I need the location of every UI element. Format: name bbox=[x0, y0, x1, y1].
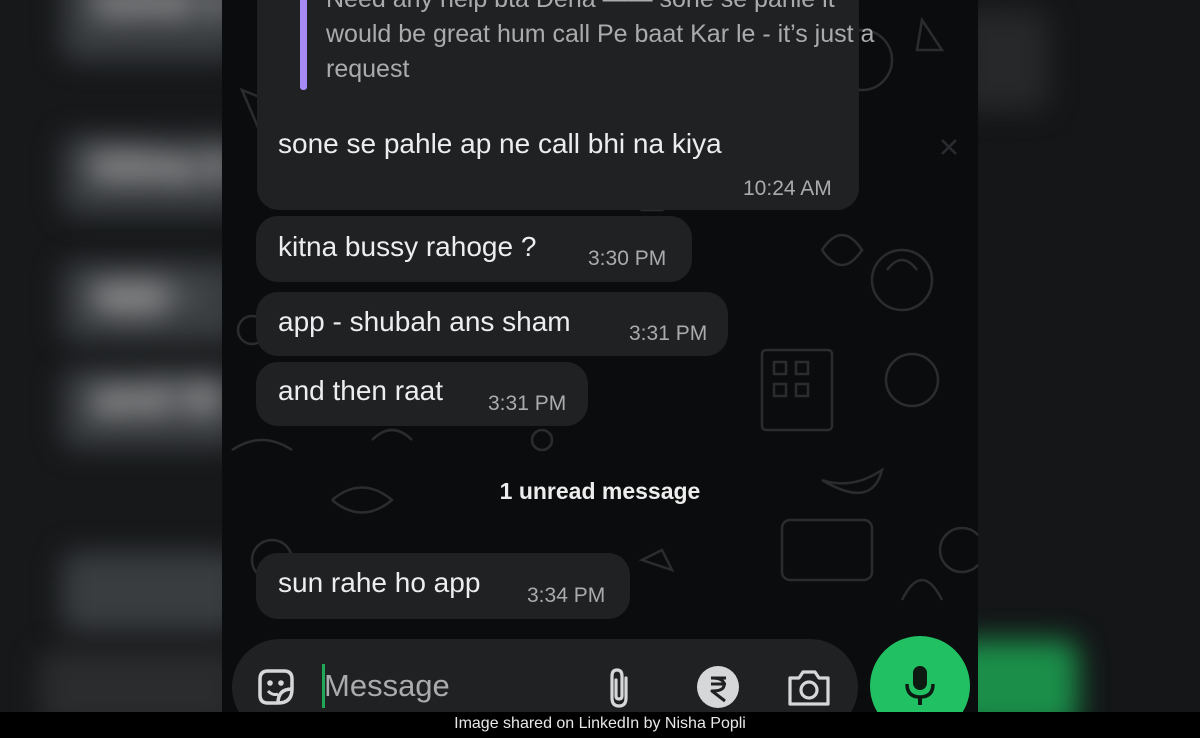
quote-bar bbox=[300, 0, 307, 90]
message-text: sun rahe ho app bbox=[278, 567, 481, 598]
sticker-icon[interactable] bbox=[254, 665, 298, 709]
blurred-bubble: kitna b bbox=[62, 135, 222, 215]
blurred-shape bbox=[978, 640, 1078, 712]
quoted-message-text: Need any help bta Dena —— sone se pahle … bbox=[326, 0, 875, 83]
message-time: 3:31 PM bbox=[488, 392, 567, 415]
message-time: 3:30 PM bbox=[588, 247, 667, 270]
image-caption: Image shared on LinkedIn by Nisha Popli bbox=[0, 712, 1200, 738]
blurred-bubble bbox=[40, 650, 222, 712]
paperclip-icon[interactable] bbox=[600, 666, 640, 710]
message-text: and then raat bbox=[278, 375, 444, 406]
message-text: kitna bussy rahoge ? bbox=[278, 231, 537, 262]
blurred-right-panel bbox=[978, 0, 1200, 712]
message-composer[interactable] bbox=[232, 639, 858, 712]
microphone-icon bbox=[905, 666, 935, 705]
message-input[interactable] bbox=[324, 664, 564, 708]
message-text: app - shubah ans sham bbox=[278, 306, 571, 337]
unread-messages-divider: 1 unread message bbox=[452, 458, 748, 524]
message-bubble-incoming[interactable]: Need any help bta Dena —— sone se pahle … bbox=[257, 0, 874, 210]
chat-panel[interactable]: Need any help bta Dena —— sone se pahle … bbox=[222, 0, 978, 712]
message-bubble-incoming[interactable]: kitna bussy rahoge ? 3:30 PM bbox=[256, 216, 692, 282]
blurred-bubble: and th bbox=[62, 368, 222, 448]
message-text: sone se pahle ap ne call bhi na kiya bbox=[278, 128, 722, 159]
blurred-shape bbox=[978, 10, 1048, 110]
message-bubble-incoming[interactable]: and then raat 3:31 PM bbox=[256, 362, 588, 426]
message-bubble-incoming[interactable]: sun rahe ho app 3:34 PM bbox=[256, 553, 630, 619]
message-bubble-incoming[interactable]: app - shubah ans sham 3:31 PM bbox=[256, 292, 728, 356]
camera-icon[interactable] bbox=[786, 666, 832, 708]
blurred-bubble: app - bbox=[62, 262, 222, 342]
message-time: 3:31 PM bbox=[629, 322, 708, 345]
quoted-reply[interactable]: Need any help bta Dena —— sone se pahle … bbox=[300, 0, 874, 90]
rupee-icon[interactable] bbox=[695, 664, 741, 710]
blurred-left-panel: sone s kitna b app - and th bbox=[0, 0, 222, 712]
blurred-bubble bbox=[62, 552, 222, 632]
blurred-bubble: sone s bbox=[62, 0, 222, 60]
message-time: 10:24 AM bbox=[743, 177, 832, 200]
message-time: 3:34 PM bbox=[527, 584, 606, 607]
